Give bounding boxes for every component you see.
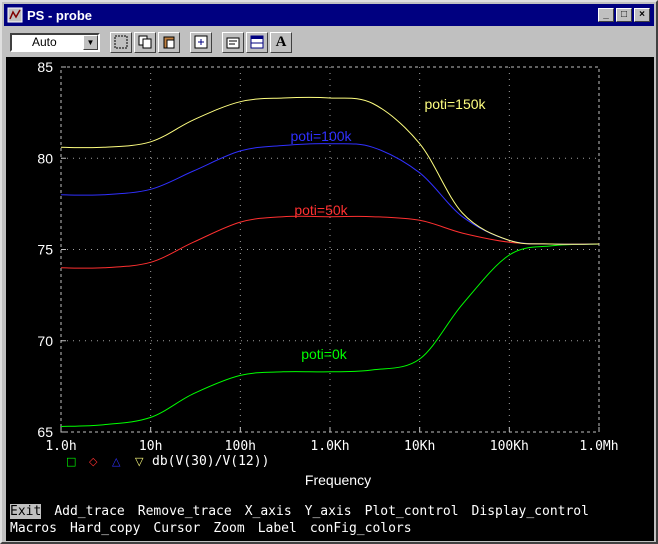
x-tick-label: 1.0h [45, 439, 76, 454]
x-axis-label: Frequency [305, 472, 371, 488]
zoom-select-value: Auto [32, 35, 57, 49]
paste-icon[interactable] [158, 31, 180, 53]
menu-row-1: Exit Add_trace Remove_trace X_axis Y_axis Plo… [10, 504, 602, 519]
series-label: poti=50k [294, 202, 348, 218]
menu-item-config-colors[interactable]: conFig_colors [310, 521, 412, 536]
menu-item-label[interactable]: Label [258, 521, 297, 536]
menu-item-hard-copy[interactable]: Hard_copy [70, 521, 140, 536]
series-label: poti=100k [290, 128, 352, 144]
plot-area[interactable]: 1.0h 10h 100h 1.0Kh 10Kh 100Kh 1.0Mh 85 80 75 70 65… [6, 57, 654, 541]
menu-item-remove-trace[interactable]: Remove_trace [138, 504, 232, 519]
x-tick-label: 10h [139, 439, 162, 454]
series-label: poti=150k [424, 96, 486, 112]
menu-item-cursor[interactable]: Cursor [153, 521, 200, 536]
menu-item-x-axis[interactable]: X_axis [245, 504, 292, 519]
probe-app-icon[interactable] [7, 7, 23, 23]
menu-item-zoom[interactable]: Zoom [213, 521, 244, 536]
legend-marker: ▽ [135, 455, 144, 468]
y-tick-label: 70 [37, 333, 53, 349]
title-bar[interactable]: PS - probe _ □ × [4, 4, 654, 26]
x-tick-label: 100h [225, 439, 256, 454]
window-layout-icon[interactable] [246, 31, 268, 53]
probe-window: PS - probe _ □ × Auto ▼ A 1.0h 10h 100h 1.0… [0, 0, 658, 544]
series-line [60, 96, 600, 245]
menu-item-exit[interactable]: Exit [10, 504, 42, 519]
chevron-down-icon[interactable]: ▼ [83, 34, 98, 50]
menu-item-display-control[interactable]: Display_control [472, 504, 589, 519]
y-tick-label: 65 [37, 424, 53, 440]
minimize-button[interactable]: _ [598, 8, 614, 22]
zoom-select[interactable]: Auto ▼ [10, 32, 100, 52]
menu-item-macros[interactable]: Macros [10, 521, 57, 536]
x-tick-label: 10Kh [404, 439, 435, 454]
text-label-icon[interactable]: A [270, 31, 292, 53]
legend-marker: △ [112, 455, 121, 468]
y-tick-label: 75 [37, 242, 53, 258]
close-button[interactable]: × [634, 8, 650, 22]
y-tick-label: 80 [37, 150, 53, 166]
copy-icon[interactable] [134, 31, 156, 53]
y-tick-label: 85 [37, 59, 53, 75]
x-tick-label: 1.0Kh [310, 439, 349, 454]
maximize-button[interactable]: □ [616, 8, 632, 22]
x-tick-label: 100Kh [490, 439, 529, 454]
menu-item-add-trace[interactable]: Add_trace [54, 504, 124, 519]
window-title: PS - probe [27, 7, 93, 23]
legend-marker: □ [66, 455, 76, 468]
legend-marker: ◇ [89, 455, 98, 468]
toolbar: Auto ▼ A [4, 28, 654, 56]
select-area-icon[interactable] [110, 31, 132, 53]
menu-item-y-axis[interactable]: Y_axis [305, 504, 352, 519]
zoom-fit-icon[interactable] [190, 31, 212, 53]
series-label: poti=0k [301, 346, 348, 362]
menu-item-plot-control[interactable]: Plot_control [365, 504, 459, 519]
bode-plot: 1.0h 10h 100h 1.0Kh 10Kh 100Kh 1.0Mh 85 80 75 70 65… [37, 59, 618, 488]
properties-icon[interactable] [222, 31, 244, 53]
x-tick-label: 1.0Mh [579, 439, 618, 454]
legend-expression: db(V(30)/V(12)) [152, 454, 269, 469]
menu-row-2: Macros Hard_copy Cursor Zoom Label conFig_col… [10, 521, 425, 536]
